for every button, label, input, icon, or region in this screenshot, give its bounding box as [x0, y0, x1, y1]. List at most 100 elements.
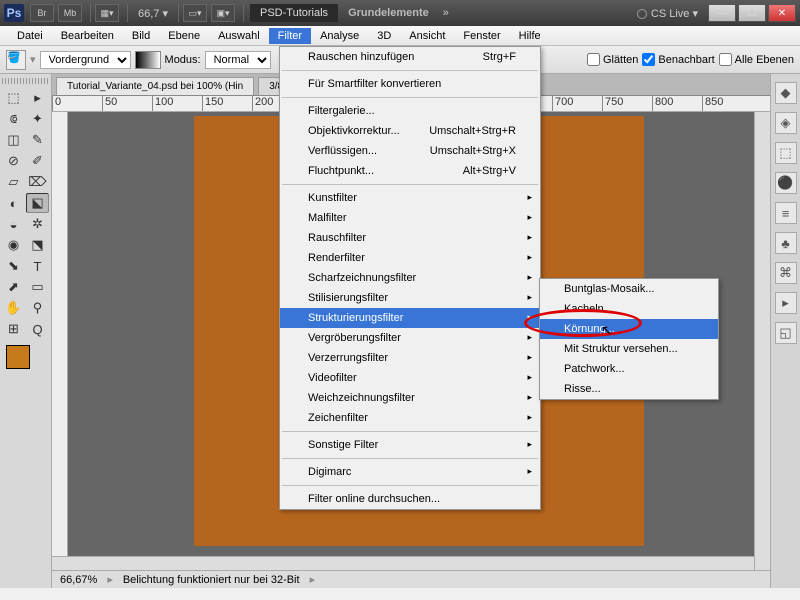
- status-zoom[interactable]: 66,67%: [60, 574, 97, 586]
- screen-mode-button[interactable]: ▣▾: [211, 4, 235, 22]
- color-swatches[interactable]: [6, 345, 46, 385]
- tool-0[interactable]: ⬚: [2, 88, 25, 108]
- zoom-value[interactable]: 66,7 ▾: [138, 7, 168, 20]
- tool-5[interactable]: ✎: [26, 130, 49, 150]
- panel-grip[interactable]: [2, 78, 49, 84]
- bridge-button[interactable]: Br: [30, 4, 54, 22]
- antialias-checkbox[interactable]: Glätten: [587, 53, 638, 66]
- view-extras-button[interactable]: ▦▾: [95, 4, 119, 22]
- tool-8[interactable]: ▱: [2, 172, 25, 192]
- menu-item[interactable]: Scharfzeichnungsfilter: [280, 268, 540, 288]
- tool-19[interactable]: ▭: [26, 277, 49, 297]
- tool-20[interactable]: ✋: [2, 298, 25, 318]
- menu-item[interactable]: Verflüssigen...Umschalt+Strg+X: [280, 141, 540, 161]
- menu-item[interactable]: Filtergalerie...: [280, 101, 540, 121]
- tool-12[interactable]: ◒: [2, 214, 25, 234]
- tool-3[interactable]: ✦: [26, 109, 49, 129]
- close-button[interactable]: ✕: [768, 4, 796, 22]
- submenu-item[interactable]: Mit Struktur versehen...: [540, 339, 718, 359]
- menu-filter[interactable]: Filter: [269, 28, 311, 44]
- menu-item[interactable]: Malfilter: [280, 208, 540, 228]
- menu-item[interactable]: Objektivkorrektur...Umschalt+Strg+R: [280, 121, 540, 141]
- menu-ebene[interactable]: Ebene: [159, 28, 209, 44]
- tool-18[interactable]: ⬈: [2, 277, 25, 297]
- submenu-item[interactable]: Körnung...: [540, 319, 718, 339]
- tool-16[interactable]: ⬊: [2, 256, 25, 276]
- tool-21[interactable]: ⚲: [26, 298, 49, 318]
- pattern-swatch[interactable]: [135, 51, 161, 69]
- tool-1[interactable]: ▸: [26, 88, 49, 108]
- panel-icon-4[interactable]: ≡: [775, 202, 797, 224]
- scrollbar-horizontal[interactable]: [52, 556, 770, 570]
- panel-icon-3[interactable]: ⚫: [775, 172, 797, 194]
- submenu-item[interactable]: Buntglas-Mosaik...: [540, 279, 718, 299]
- menu-bild[interactable]: Bild: [123, 28, 159, 44]
- workspace-tab-tutorials[interactable]: PSD-Tutorials: [250, 4, 338, 22]
- menu-item[interactable]: Weichzeichnungsfilter: [280, 388, 540, 408]
- ruler-tick: 850: [702, 96, 752, 111]
- panel-icon-5[interactable]: ♣: [775, 232, 797, 254]
- menu-fenster[interactable]: Fenster: [454, 28, 509, 44]
- tool-13[interactable]: ✲: [26, 214, 49, 234]
- mode-select[interactable]: Normal: [205, 51, 271, 69]
- tool-15[interactable]: ⬔: [26, 235, 49, 255]
- maximize-button[interactable]: ☐: [738, 4, 766, 22]
- menu-item[interactable]: Kunstfilter: [280, 188, 540, 208]
- menu-hilfe[interactable]: Hilfe: [510, 28, 550, 44]
- tool-14[interactable]: ◉: [2, 235, 25, 255]
- scrollbar-vertical[interactable]: [754, 112, 770, 570]
- menu-analyse[interactable]: Analyse: [311, 28, 368, 44]
- menu-item[interactable]: Renderfilter: [280, 248, 540, 268]
- ruler-vertical[interactable]: [52, 112, 68, 556]
- submenu-item[interactable]: Kacheln...: [540, 299, 718, 319]
- tool-22[interactable]: ⊞: [2, 319, 25, 339]
- menu-ansicht[interactable]: Ansicht: [400, 28, 454, 44]
- foreground-color[interactable]: [6, 345, 30, 369]
- minimize-button[interactable]: —: [708, 4, 736, 22]
- menu-item[interactable]: Rauschfilter: [280, 228, 540, 248]
- tool-9[interactable]: ⌦: [26, 172, 49, 192]
- menu-3d[interactable]: 3D: [368, 28, 400, 44]
- menu-item[interactable]: Rauschen hinzufügenStrg+F: [280, 47, 540, 67]
- menu-item[interactable]: Stilisierungsfilter: [280, 288, 540, 308]
- tool-6[interactable]: ⊘: [2, 151, 25, 171]
- menu-bearbeiten[interactable]: Bearbeiten: [52, 28, 123, 44]
- menu-item[interactable]: Strukturierungsfilter: [280, 308, 540, 328]
- tool-23[interactable]: Q: [26, 319, 49, 339]
- panel-icon-0[interactable]: ◆: [775, 82, 797, 104]
- panel-icon-1[interactable]: ◈: [775, 112, 797, 134]
- menu-item[interactable]: Zeichenfilter: [280, 408, 540, 428]
- panel-icon-2[interactable]: ⬚: [775, 142, 797, 164]
- menu-item[interactable]: Vergröberungsfilter: [280, 328, 540, 348]
- arrange-button[interactable]: ▭▾: [183, 4, 207, 22]
- tool-10[interactable]: ◐: [2, 193, 25, 213]
- tool-2[interactable]: ⟃: [2, 109, 25, 129]
- tool-7[interactable]: ✐: [26, 151, 49, 171]
- menu-item[interactable]: Sonstige Filter: [280, 435, 540, 455]
- tool-4[interactable]: ◫: [2, 130, 25, 150]
- all-layers-checkbox[interactable]: Alle Ebenen: [719, 53, 794, 66]
- workspace-tab-basics[interactable]: Grundelemente: [340, 4, 437, 22]
- tool-preset-icon[interactable]: 🪣: [6, 50, 26, 70]
- menu-datei[interactable]: Datei: [8, 28, 52, 44]
- menu-item[interactable]: Für Smartfilter konvertieren: [280, 74, 540, 94]
- panel-icon-8[interactable]: ◱: [775, 322, 797, 344]
- submenu-item[interactable]: Patchwork...: [540, 359, 718, 379]
- tool-17[interactable]: T: [26, 256, 49, 276]
- cs-live-button[interactable]: CS Live ▾: [637, 7, 698, 20]
- mode-label: Modus:: [165, 54, 201, 66]
- menu-item[interactable]: Filter online durchsuchen...: [280, 489, 540, 509]
- fill-source-select[interactable]: Vordergrund: [40, 51, 131, 69]
- panel-icon-7[interactable]: ▸: [775, 292, 797, 314]
- document-tab[interactable]: Tutorial_Variante_04.psd bei 100% (Hin: [56, 77, 254, 95]
- menu-item[interactable]: Fluchtpunkt...Alt+Strg+V: [280, 161, 540, 181]
- minibridge-button[interactable]: Mb: [58, 4, 82, 22]
- submenu-item[interactable]: Risse...: [540, 379, 718, 399]
- panel-icon-6[interactable]: ⌘: [775, 262, 797, 284]
- menu-auswahl[interactable]: Auswahl: [209, 28, 269, 44]
- menu-item[interactable]: Videofilter: [280, 368, 540, 388]
- contiguous-checkbox[interactable]: Benachbart: [642, 53, 714, 66]
- tool-11[interactable]: ⬕: [26, 193, 49, 213]
- menu-item[interactable]: Verzerrungsfilter: [280, 348, 540, 368]
- menu-item[interactable]: Digimarc: [280, 462, 540, 482]
